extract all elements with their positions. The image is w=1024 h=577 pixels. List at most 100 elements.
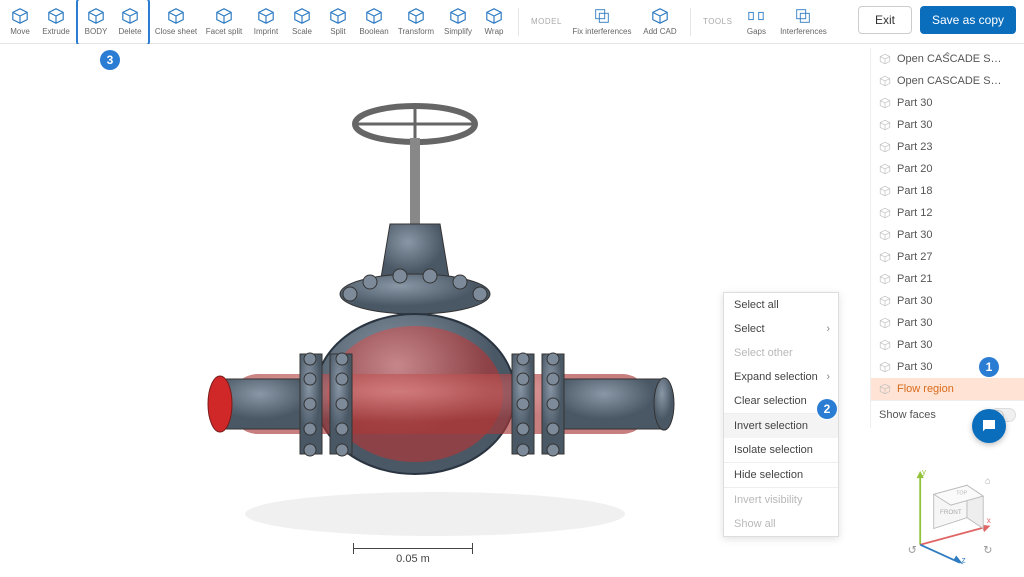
body-tool-group: BODY Delete xyxy=(76,0,150,46)
tree-item-label: Part 23 xyxy=(897,141,932,153)
part-icon xyxy=(879,53,891,65)
svg-text:↺: ↺ xyxy=(908,545,917,557)
tree-item-label: Part 30 xyxy=(897,361,932,373)
scale-bar: 0.05 m xyxy=(353,548,473,565)
annotation-badge-1: 1 xyxy=(979,357,999,377)
gaps-icon xyxy=(747,7,765,25)
tree-item[interactable]: Part 30 xyxy=(871,114,1024,136)
tree-item-label: Part 30 xyxy=(897,229,932,241)
transform-tool[interactable]: Transform xyxy=(394,1,438,43)
tree-item[interactable]: Part 30 xyxy=(871,334,1024,356)
toolbar-separator xyxy=(518,8,519,36)
scene-tree-list[interactable]: Open CASCADE S…Open CASCADE S…Part 30Par… xyxy=(871,48,1024,400)
part-icon xyxy=(879,97,891,109)
split-tool[interactable]: Split xyxy=(322,1,354,43)
imprint-tool[interactable]: Imprint xyxy=(250,1,282,43)
fix-interferences-tool[interactable]: Fix interferences xyxy=(570,1,634,43)
gaps-tool[interactable]: Gaps xyxy=(740,1,772,43)
tree-item[interactable]: Open CASCADE S… xyxy=(871,70,1024,92)
tools-group-label: TOOLS xyxy=(699,17,736,26)
tree-item[interactable]: Part 30 xyxy=(871,92,1024,114)
facet-split-tool[interactable]: Facet split xyxy=(202,1,246,43)
tree-item[interactable]: Part 12 xyxy=(871,202,1024,224)
delete-icon xyxy=(121,7,139,25)
tree-item[interactable]: Part 20 xyxy=(871,158,1024,180)
tree-item[interactable]: Part 18 xyxy=(871,180,1024,202)
tree-item[interactable]: Part 23 xyxy=(871,136,1024,158)
tree-item[interactable]: Part 30 xyxy=(871,312,1024,334)
part-icon xyxy=(879,361,891,373)
fix-interferences-icon xyxy=(593,7,611,25)
move-icon xyxy=(11,7,29,25)
close-sheet-tool[interactable]: Close sheet xyxy=(154,1,198,43)
help-chat-button[interactable] xyxy=(972,409,1006,443)
boolean-icon xyxy=(365,7,383,25)
axis-x-label: x xyxy=(987,516,991,525)
scale-label: 0.05 m xyxy=(353,553,473,565)
tree-item-label: Part 30 xyxy=(897,295,932,307)
tree-item[interactable]: Part 30 xyxy=(871,224,1024,246)
part-icon xyxy=(879,339,891,351)
delete-tool[interactable]: Delete xyxy=(114,1,146,43)
part-icon xyxy=(879,273,891,285)
context-menu-item: Select other xyxy=(724,341,838,365)
context-menu-item[interactable]: Isolate selection xyxy=(724,438,838,462)
part-icon xyxy=(879,229,891,241)
tree-scroll-up[interactable]: ⌃ xyxy=(943,50,952,63)
tree-item-label: Part 27 xyxy=(897,251,932,263)
boolean-tool[interactable]: Boolean xyxy=(358,1,390,43)
body-icon xyxy=(87,7,105,25)
tree-item-label: Part 21 xyxy=(897,273,932,285)
main-toolbar: Move Extrude BODY Delete Close sheet Fac… xyxy=(0,0,1024,44)
svg-text:FRONT: FRONT xyxy=(940,509,962,516)
show-faces-label: Show faces xyxy=(879,409,936,421)
simplify-tool[interactable]: Simplify xyxy=(442,1,474,43)
part-icon xyxy=(879,317,891,329)
tree-item-label: Part 30 xyxy=(897,339,932,351)
tree-item-label: Part 30 xyxy=(897,317,932,329)
tree-item[interactable]: Part 30 xyxy=(871,356,1024,378)
add-cad-icon xyxy=(651,7,669,25)
simplify-icon xyxy=(449,7,467,25)
exit-button[interactable]: Exit xyxy=(858,6,912,34)
annotation-badge-3: 3 xyxy=(100,50,120,70)
context-menu-item: Show all xyxy=(724,512,838,536)
context-menu-item[interactable]: Hide selection xyxy=(724,463,838,487)
body-tool[interactable]: BODY xyxy=(80,1,112,43)
tree-item-flow-region[interactable]: Flow region xyxy=(871,378,1024,400)
part-icon xyxy=(879,207,891,219)
part-icon xyxy=(879,251,891,263)
tree-item-label: Part 20 xyxy=(897,163,932,175)
scale-icon xyxy=(293,7,311,25)
interferences-tool[interactable]: Interferences xyxy=(776,1,830,43)
chat-icon xyxy=(980,417,998,435)
wrap-tool[interactable]: Wrap xyxy=(478,1,510,43)
tree-item-label: Part 18 xyxy=(897,185,932,197)
move-tool[interactable]: Move xyxy=(4,1,36,43)
scale-tool[interactable]: Scale xyxy=(286,1,318,43)
part-icon xyxy=(879,141,891,153)
context-menu-item[interactable]: Expand selection xyxy=(724,365,838,389)
facet-split-icon xyxy=(215,7,233,25)
context-menu-item[interactable]: Select all xyxy=(724,293,838,317)
extrude-tool[interactable]: Extrude xyxy=(40,1,72,43)
tree-item[interactable]: Part 27 xyxy=(871,246,1024,268)
context-menu-item: Invert visibility xyxy=(724,488,838,512)
tree-item-label: Flow region xyxy=(897,383,954,395)
tree-item[interactable]: Part 21 xyxy=(871,268,1024,290)
svg-text:↻: ↻ xyxy=(983,545,992,557)
save-as-copy-button[interactable]: Save as copy xyxy=(920,6,1016,34)
toolbar-separator-2 xyxy=(690,8,691,36)
context-menu-item[interactable]: Select xyxy=(724,317,838,341)
imprint-icon xyxy=(257,7,275,25)
split-icon xyxy=(329,7,347,25)
part-icon xyxy=(879,185,891,197)
extrude-icon xyxy=(47,7,65,25)
wrap-icon xyxy=(485,7,503,25)
add-cad-tool[interactable]: Add CAD xyxy=(638,1,682,43)
tree-item-label: Part 30 xyxy=(897,97,932,109)
tree-item[interactable]: Part 30 xyxy=(871,290,1024,312)
annotation-badge-2: 2 xyxy=(817,399,837,419)
navigation-cube[interactable]: y x z FRONT TOP ⌂ ↺ ↻ xyxy=(904,465,994,565)
part-icon xyxy=(879,119,891,131)
